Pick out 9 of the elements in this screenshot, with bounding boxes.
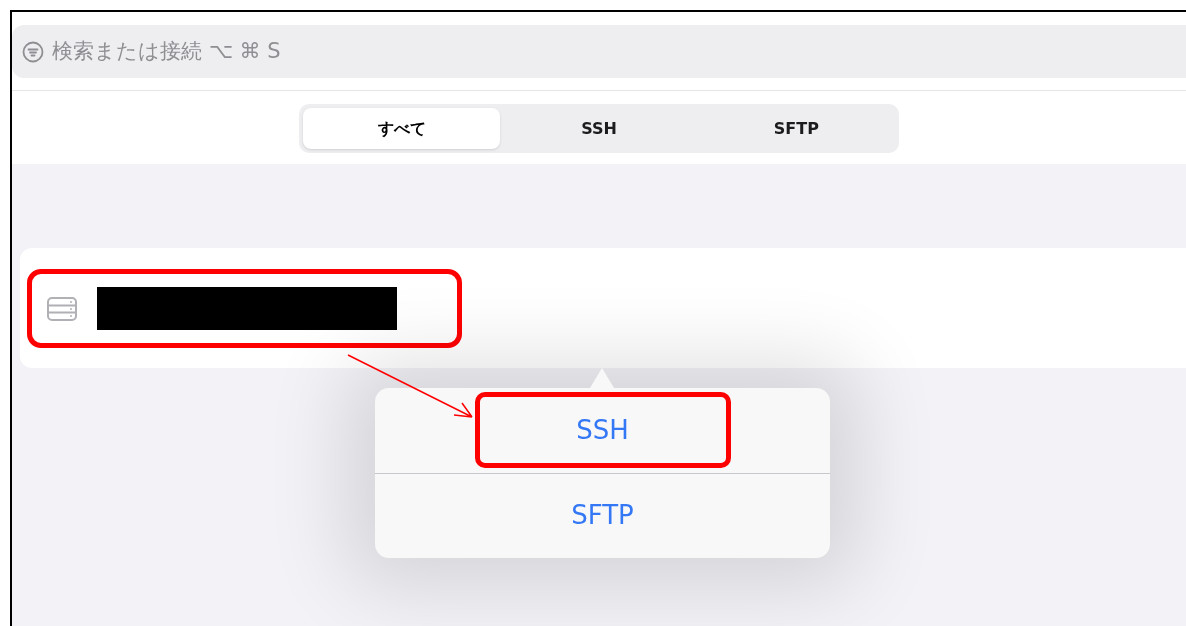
segment-tab[interactable]: すべて — [303, 108, 501, 149]
menu-item[interactable]: SSH — [474, 392, 731, 469]
filter-icon — [22, 40, 44, 63]
server-icon — [47, 296, 77, 321]
segment-tab[interactable]: SSH — [500, 108, 698, 149]
menu-item[interactable]: SFTP — [474, 477, 731, 554]
host-row[interactable] — [20, 248, 1186, 368]
segment-tab[interactable]: SFTP — [697, 108, 895, 149]
search-field[interactable]: 検索または接続 ⌥ ⌘ S — [52, 35, 452, 68]
